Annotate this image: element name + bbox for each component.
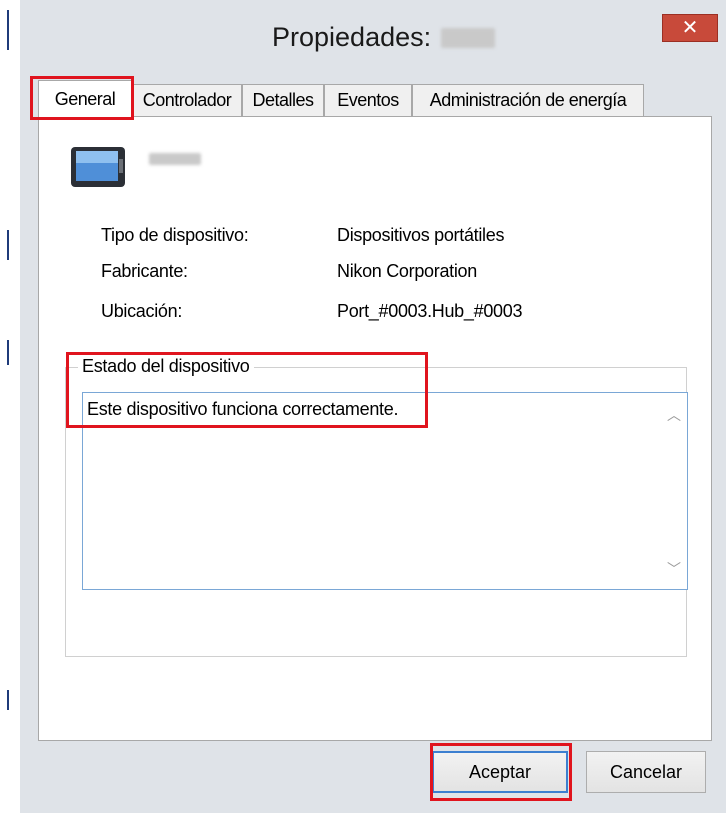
device-status-legend: Estado del dispositivo [78, 356, 254, 377]
properties-dialog: Propiedades: ✕ General Controlador Detal… [20, 0, 726, 813]
device-status-text: Este dispositivo funciona correctamente. [87, 399, 399, 419]
tab-administracion-energia[interactable]: Administración de energía [412, 84, 644, 116]
redacted-device-name [441, 27, 496, 48]
general-tab-panel: Tipo de dispositivo: Dispositivos portát… [38, 116, 712, 741]
tab-eventos[interactable]: Eventos [324, 84, 412, 116]
tab-detalles[interactable]: Detalles [242, 84, 324, 116]
close-button[interactable]: ✕ [662, 14, 718, 42]
background-window-edge [0, 0, 20, 813]
tab-strip: General Controlador Detalles Eventos Adm… [20, 80, 726, 118]
manufacturer-label: Fabricante: [101, 261, 188, 281]
scroll-up-icon[interactable]: ︿ [667, 405, 681, 425]
device-type-value: Dispositivos portátiles [337, 225, 505, 245]
title-bar: Propiedades: ✕ [20, 0, 726, 82]
device-type-label: Tipo de dispositivo: [101, 225, 249, 245]
device-status-group: Estado del dispositivo Este dispositivo … [65, 356, 688, 657]
window-title-text: Propiedades: [272, 22, 432, 52]
close-icon: ✕ [681, 17, 699, 39]
tab-controlador[interactable]: Controlador [132, 84, 242, 116]
tab-general[interactable]: General [38, 80, 132, 118]
portable-device-icon [71, 147, 125, 187]
cancel-button[interactable]: Cancelar [586, 751, 706, 793]
manufacturer-value: Nikon Corporation [337, 261, 477, 281]
ok-button[interactable]: Aceptar [432, 751, 568, 793]
redacted-device-label [149, 153, 201, 165]
scroll-down-icon[interactable]: ﹀ [667, 559, 681, 579]
window-title: Propiedades: [272, 22, 496, 53]
location-label: Ubicación: [101, 301, 183, 321]
device-status-textbox[interactable]: Este dispositivo funciona correctamente.… [82, 392, 688, 590]
location-value: Port_#0003.Hub_#0003 [337, 301, 523, 321]
